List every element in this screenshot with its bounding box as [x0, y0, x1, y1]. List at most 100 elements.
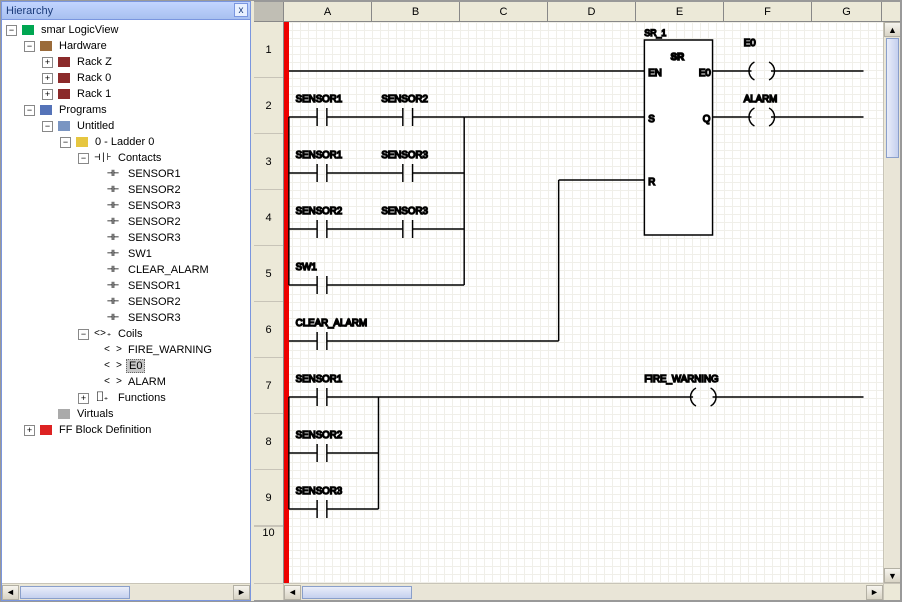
- column-header[interactable]: B: [372, 2, 460, 21]
- row-header-label: 5: [265, 268, 271, 280]
- column-header[interactable]: A: [284, 2, 372, 21]
- scroll-up-button[interactable]: ▲: [884, 22, 900, 37]
- tree-contact-item[interactable]: ⊣⊢SENSOR3: [2, 310, 250, 326]
- scroll-down-button[interactable]: ▼: [884, 568, 900, 583]
- scroll-right-button[interactable]: ►: [866, 585, 883, 600]
- tree-ff-block[interactable]: + FF Block Definition: [2, 422, 250, 438]
- scroll-left-button[interactable]: ◄: [284, 585, 301, 600]
- tree-contact-item[interactable]: ⊣⊢SENSOR3: [2, 198, 250, 214]
- editor-vscrollbar[interactable]: ▲ ▼: [883, 22, 900, 583]
- toggle-icon[interactable]: +: [42, 89, 53, 100]
- scroll-track[interactable]: [301, 585, 866, 600]
- tree-functions[interactable]: + ⎕₊ Functions: [2, 390, 250, 406]
- scroll-thumb[interactable]: [20, 586, 130, 599]
- svg-text:SENSOR3: SENSOR3: [381, 206, 428, 217]
- tree-rack-1[interactable]: + Rack 1: [2, 86, 250, 102]
- tree-contact-item[interactable]: ⊣⊢SENSOR2: [2, 214, 250, 230]
- tree-label: ALARM: [126, 376, 168, 388]
- tree-coils[interactable]: − <>₊ Coils: [2, 326, 250, 342]
- svg-text:EN: EN: [648, 68, 662, 79]
- tree-ladder0[interactable]: − 0 - Ladder 0: [2, 134, 250, 150]
- tree-contact-item[interactable]: ⊣⊢SENSOR1: [2, 278, 250, 294]
- toggle-icon[interactable]: −: [78, 329, 89, 340]
- scroll-left-button[interactable]: ◄: [2, 585, 19, 600]
- tree-label: SENSOR3: [126, 200, 183, 212]
- contact-icon: ⊣⊢: [102, 168, 124, 180]
- row-header[interactable]: 7: [254, 358, 283, 414]
- toggle-icon[interactable]: −: [42, 121, 53, 132]
- tree-coil-item[interactable]: < >ALARM: [2, 374, 250, 390]
- toggle-icon[interactable]: +: [42, 57, 53, 68]
- hierarchy-close-button[interactable]: x: [234, 3, 248, 17]
- brand-icon: [20, 23, 36, 37]
- ladder-canvas[interactable]: SR_1 SR EN E0 S Q R: [284, 22, 883, 583]
- scroll-track[interactable]: [19, 585, 233, 600]
- toggle-icon[interactable]: −: [24, 41, 35, 52]
- tree-contact-item[interactable]: ⊣⊢CLEAR_ALARM: [2, 262, 250, 278]
- svg-text:SENSOR1: SENSOR1: [296, 94, 342, 105]
- programs-icon: [38, 103, 54, 117]
- row-header[interactable]: 1: [254, 22, 283, 78]
- row-header[interactable]: 3: [254, 134, 283, 190]
- editor-hscrollbar[interactable]: ◄ ►: [254, 583, 900, 600]
- tree-rack-0[interactable]: + Rack 0: [2, 70, 250, 86]
- toggle-icon[interactable]: +: [78, 393, 89, 404]
- row-header[interactable]: 9: [254, 470, 283, 526]
- scroll-track[interactable]: [885, 37, 900, 568]
- rack-icon: [56, 87, 72, 101]
- tree-contact-item[interactable]: ⊣⊢SW1: [2, 246, 250, 262]
- tree-label: Functions: [116, 392, 168, 404]
- tree-virtuals[interactable]: Virtuals: [2, 406, 250, 422]
- row-header[interactable]: 2: [254, 78, 283, 134]
- tree-hardware[interactable]: − Hardware: [2, 38, 250, 54]
- tree-label: SENSOR2: [126, 296, 183, 308]
- row-header[interactable]: 5: [254, 246, 283, 302]
- tree-label: Coils: [116, 328, 144, 340]
- scroll-right-button[interactable]: ►: [233, 585, 250, 600]
- column-header[interactable]: C: [460, 2, 548, 21]
- column-header[interactable]: E: [636, 2, 724, 21]
- hierarchy-title-bar[interactable]: Hierarchy x: [2, 2, 250, 20]
- svg-text:SENSOR2: SENSOR2: [296, 430, 342, 441]
- toggle-icon[interactable]: −: [6, 25, 17, 36]
- tree-untitled[interactable]: − Untitled: [2, 118, 250, 134]
- row-header[interactable]: 4: [254, 190, 283, 246]
- column-header[interactable]: D: [548, 2, 636, 21]
- coil-group-icon: <>₊: [92, 328, 114, 340]
- rack-icon: [56, 55, 72, 69]
- hierarchy-tree[interactable]: − smar LogicView − Hardware + Rack Z +: [2, 20, 250, 583]
- toggle-icon[interactable]: −: [24, 105, 35, 116]
- tree-programs[interactable]: − Programs: [2, 102, 250, 118]
- tree-label: SENSOR1: [126, 280, 183, 292]
- tree-contact-item[interactable]: ⊣⊢SENSOR1: [2, 166, 250, 182]
- chevron-right-icon: ►: [870, 587, 879, 597]
- row-header[interactable]: 8: [254, 414, 283, 470]
- column-header[interactable]: G: [812, 2, 882, 21]
- tree-coil-item[interactable]: < >E0: [2, 358, 250, 374]
- tree-contact-item[interactable]: ⊣⊢SENSOR2: [2, 182, 250, 198]
- column-header[interactable]: F: [724, 2, 812, 21]
- row-header-label: 7: [265, 380, 271, 392]
- toggle-icon[interactable]: +: [24, 425, 35, 436]
- tree-label: Rack Z: [75, 56, 114, 68]
- toggle-icon[interactable]: −: [78, 153, 89, 164]
- row-header[interactable]: 6: [254, 302, 283, 358]
- scroll-thumb[interactable]: [886, 38, 899, 158]
- tree-contacts[interactable]: − ⊣|⊦ Contacts: [2, 150, 250, 166]
- tree-label: SENSOR3: [126, 312, 183, 324]
- tree-coil-item[interactable]: < >FIRE_WARNING: [2, 342, 250, 358]
- hierarchy-hscrollbar[interactable]: ◄ ►: [2, 583, 250, 600]
- main-area: Hierarchy x − smar LogicView − Hardware …: [1, 1, 901, 601]
- tree-root[interactable]: − smar LogicView: [2, 22, 250, 38]
- tree-contact-item[interactable]: ⊣⊢SENSOR3: [2, 230, 250, 246]
- scroll-thumb[interactable]: [302, 586, 412, 599]
- svg-text:CLEAR_ALARM: CLEAR_ALARM: [296, 318, 367, 329]
- toggle-icon[interactable]: −: [60, 137, 71, 148]
- hierarchy-panel: Hierarchy x − smar LogicView − Hardware …: [1, 1, 251, 601]
- tree-contact-item[interactable]: ⊣⊢SENSOR2: [2, 294, 250, 310]
- row-header[interactable]: 10: [254, 526, 283, 536]
- toggle-icon[interactable]: +: [42, 73, 53, 84]
- contact-icon: ⊣⊢: [102, 264, 124, 276]
- tree-rack-z[interactable]: + Rack Z: [2, 54, 250, 70]
- header-corner[interactable]: [254, 2, 284, 21]
